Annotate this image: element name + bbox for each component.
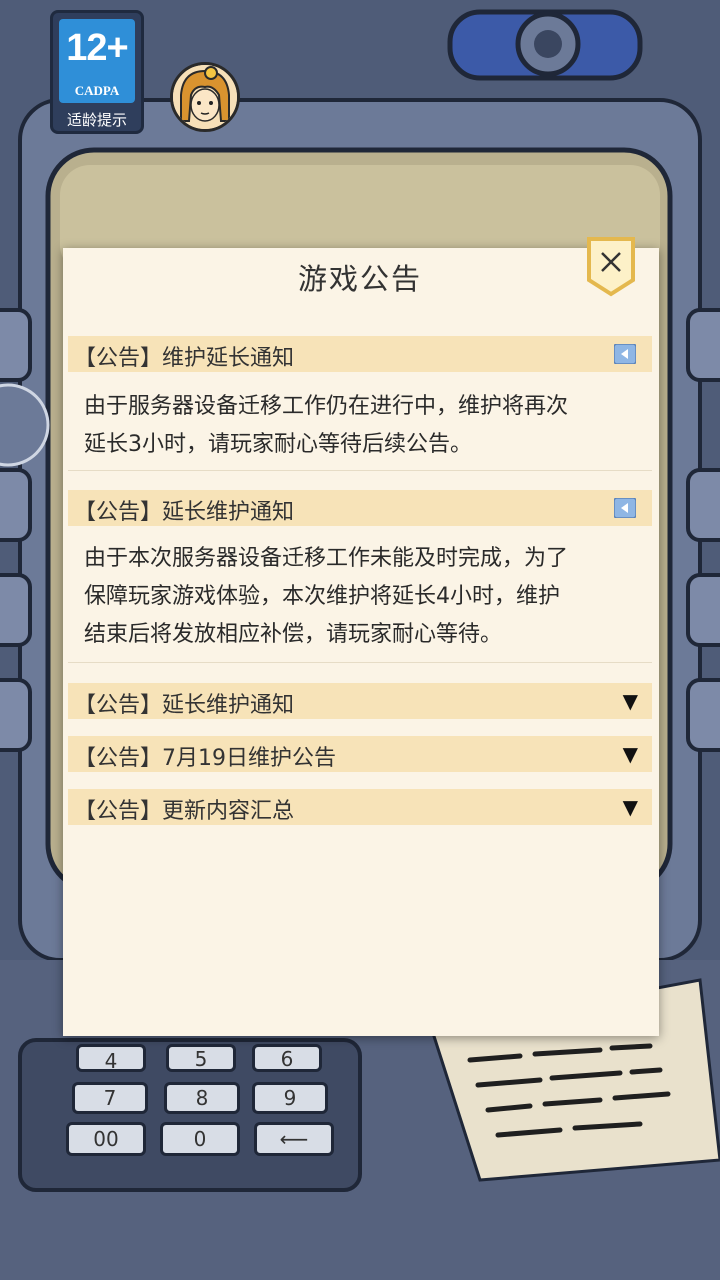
notice-title: 【公告】延长维护通知 (74, 693, 295, 718)
rating-age: 12+ (66, 27, 128, 69)
player-avatar[interactable] (170, 62, 240, 132)
notice-body-line: 延长3小时，请玩家耐心等待后续公告。 (84, 432, 472, 457)
notice-title: 【公告】延长维护通知 (74, 500, 295, 525)
notice-header[interactable]: 【公告】延长维护通知 (68, 490, 652, 526)
close-button[interactable] (586, 236, 636, 298)
notice-title: 【公告】更新内容汇总 (74, 799, 295, 824)
expand-arrow-icon: ▼ (622, 742, 638, 766)
notice-header[interactable]: 【公告】维护延长通知 (68, 336, 652, 372)
rating-org: CADPA (74, 83, 120, 98)
avatar-face-icon (173, 65, 237, 129)
age-rating-badge[interactable]: 12+ CADPA 适龄提示 (50, 10, 144, 134)
expand-arrow-icon: ▼ (622, 689, 638, 713)
collapse-left-icon (614, 344, 636, 364)
keypad-key[interactable]: 00 (66, 1122, 146, 1156)
close-x-icon (587, 237, 635, 297)
keypad-key[interactable]: 8 (164, 1082, 240, 1114)
collapse-left-icon (614, 498, 636, 518)
keypad-key[interactable]: 5 (166, 1044, 236, 1072)
divider (68, 470, 652, 471)
keypad: 4 5 6 7 8 9 00 0 ⟵ (60, 1040, 350, 1170)
expand-arrow-icon: ▼ (622, 795, 638, 819)
notice-body: 由于服务器设备迁移工作仍在进行中，维护将再次 延长3小时，请玩家耐心等待后续公告… (84, 388, 644, 464)
keypad-key[interactable]: 0 (160, 1122, 240, 1156)
keypad-key[interactable]: 4 (76, 1044, 146, 1073)
divider (68, 662, 652, 663)
notice-header[interactable]: 【公告】更新内容汇总 ▼ (68, 789, 652, 825)
keypad-key[interactable]: 7 (72, 1082, 148, 1114)
rating-number-box: 12+ CADPA (59, 19, 135, 103)
notice-body-line: 由于本次服务器设备迁移工作未能及时完成，为了 (84, 546, 569, 571)
notice-body-line: 由于服务器设备迁移工作仍在进行中，维护将再次 (84, 394, 569, 419)
keypad-key[interactable]: ⟵ (254, 1122, 334, 1156)
notice-body-line: 结束后将发放相应补偿，请玩家耐心等待。 (84, 622, 503, 647)
keypad-key[interactable]: 6 (252, 1044, 322, 1072)
notice-body: 由于本次服务器设备迁移工作未能及时完成，为了 保障玩家游戏体验，本次维护将延长4… (84, 540, 644, 654)
rating-tip: 适龄提示 (66, 111, 127, 129)
notice-header[interactable]: 【公告】延长维护通知 ▼ (68, 683, 652, 719)
keypad-key[interactable]: 9 (252, 1082, 328, 1114)
notice-title: 【公告】维护延长通知 (74, 346, 295, 371)
notice-body-line: 保障玩家游戏体验，本次维护将延长4小时，维护 (84, 584, 560, 609)
notice-title: 【公告】7月19日维护公告 (74, 746, 336, 771)
notice-header[interactable]: 【公告】7月19日维护公告 ▼ (68, 736, 652, 772)
